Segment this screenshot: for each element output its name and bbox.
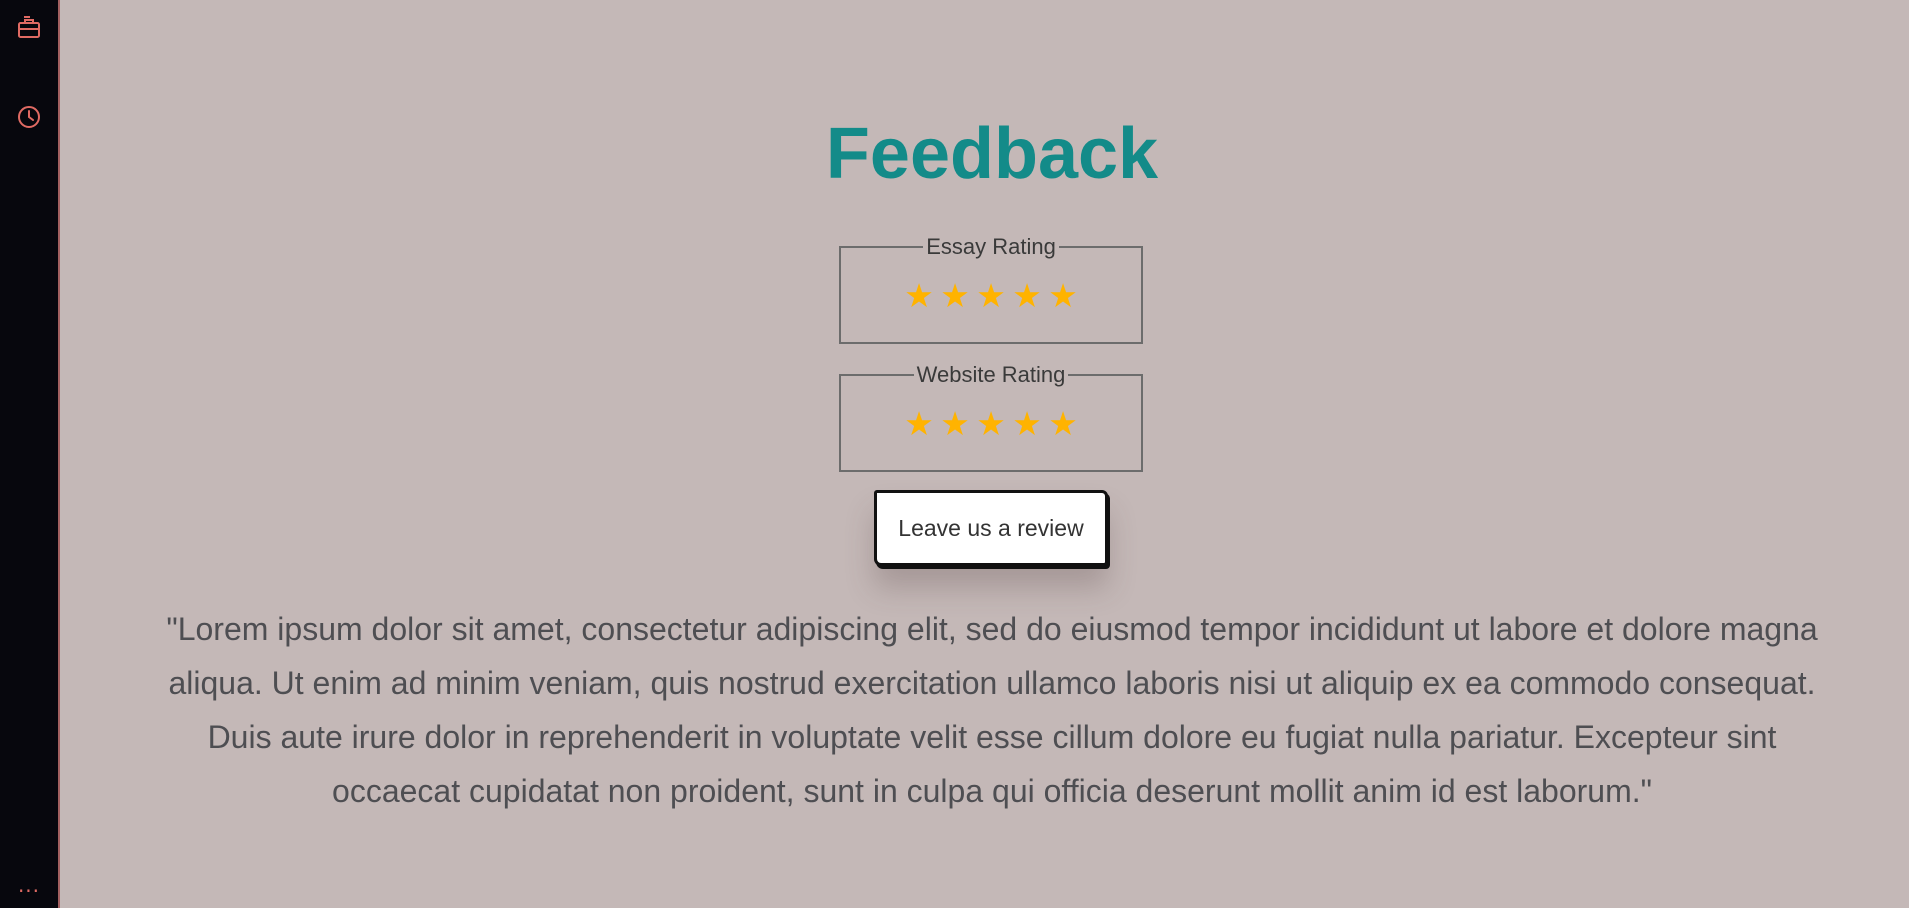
essay-rating-stars: ★ ★ ★ ★ ★ [841,278,1141,314]
website-rating-label: Website Rating [916,362,1066,387]
star-icon[interactable]: ★ [1047,406,1079,442]
star-icon[interactable]: ★ [1011,406,1043,442]
briefcase-icon [18,16,40,38]
quote-line: Duis aute irure dolor in reprehenderit i… [207,719,1777,755]
star-icon[interactable]: ★ [1011,278,1043,314]
lorem-quote: "Lorem ipsum dolor sit amet, consectetur… [62,602,1909,818]
star-icon[interactable]: ★ [939,278,971,314]
star-icon[interactable]: ★ [975,278,1007,314]
essay-rating-label: Essay Rating [926,234,1056,259]
more-options-icon[interactable]: ... [0,870,58,900]
quote-line: aliqua. Ut enim ad minim veniam, quis no… [168,665,1816,701]
clock-icon [18,106,40,128]
star-icon[interactable]: ★ [939,406,971,442]
star-icon[interactable]: ★ [975,406,1007,442]
page-title: Feedback [825,114,1159,194]
leave-review-button[interactable]: Leave us a review [874,490,1108,566]
star-icon[interactable]: ★ [903,278,935,314]
quote-line: "Lorem ipsum dolor sit amet, consectetur… [166,611,1818,647]
essay-rating-group: Essay Rating ★ ★ ★ ★ ★ [839,234,1143,344]
sidebar: ... [0,0,60,908]
main-content: Feedback Essay Rating ★ ★ ★ ★ ★ Website Rati… [62,0,1909,908]
sidebar-item-briefcase[interactable] [0,6,58,50]
star-icon[interactable]: ★ [903,406,935,442]
quote-line: occaecat cupidatat non proident, sunt in… [332,773,1652,809]
website-rating-stars: ★ ★ ★ ★ ★ [841,406,1141,442]
website-rating-group: Website Rating ★ ★ ★ ★ ★ [839,362,1143,472]
sidebar-item-history[interactable] [0,95,58,139]
star-icon[interactable]: ★ [1047,278,1079,314]
